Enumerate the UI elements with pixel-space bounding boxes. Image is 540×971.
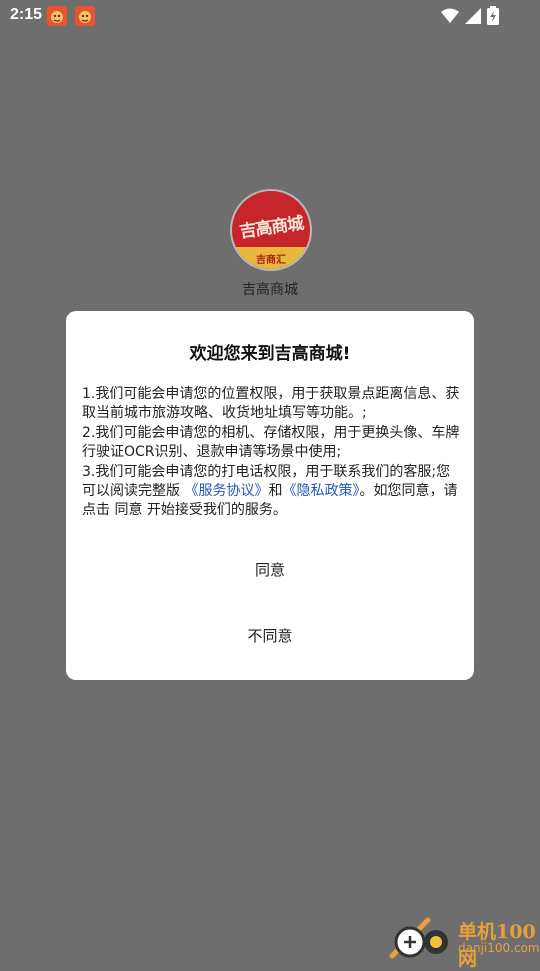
signal-icon — [465, 8, 481, 24]
and-text: 和 — [268, 483, 283, 500]
system-icons — [440, 6, 510, 26]
app-notification-icon — [47, 6, 67, 26]
app-logo: 吉高商城 吉商汇 — [232, 191, 310, 269]
app-name: 吉高商城 — [242, 282, 298, 298]
app-notification-icon — [75, 6, 95, 26]
permission-camera-text: 2.我们可能会申请您的相机、存储权限，用于更换头像、车牌行驶证OCR识别、退款申… — [82, 424, 460, 461]
battery-icon — [487, 6, 499, 25]
wifi-icon — [441, 8, 459, 23]
status-time: 2:15 — [10, 6, 43, 23]
dialog-body: 1.我们可能会申请您的位置权限，用于获取景点距离信息、获取当前城市旅游攻略、收货… — [82, 385, 462, 521]
watermark-url: danji100.com — [458, 941, 540, 955]
service-agreement-link[interactable]: 《服务协议》 — [184, 483, 268, 499]
logo-title: 吉高商城 — [238, 213, 305, 243]
dialog-title: 欢迎您来到吉高商城! — [189, 344, 351, 364]
watermark: 单机100网 danji100.com — [388, 914, 540, 970]
status-bar: 2:15 — [0, 0, 540, 32]
permission-phone-text: 3.我们可能会申请您的打电话权限，用于联系我们的客服;您可以阅读完整版 《服务协… — [82, 463, 462, 521]
watermark-logo-icon — [389, 917, 448, 959]
privacy-policy-link[interactable]: 《隐私政策》 — [282, 483, 359, 499]
logo-subtitle: 吉商汇 — [256, 255, 286, 266]
disagree-button[interactable]: 不同意 — [66, 616, 474, 656]
agree-button[interactable]: 同意 — [66, 550, 474, 590]
permission-location-text: 1.我们可能会申请您的位置权限，用于获取景点距离信息、获取当前城市旅游攻略、收货… — [82, 386, 460, 422]
privacy-dialog: 欢迎您来到吉高商城! 1.我们可能会申请您的位置权限，用于获取景点距离信息、获取… — [66, 311, 474, 680]
